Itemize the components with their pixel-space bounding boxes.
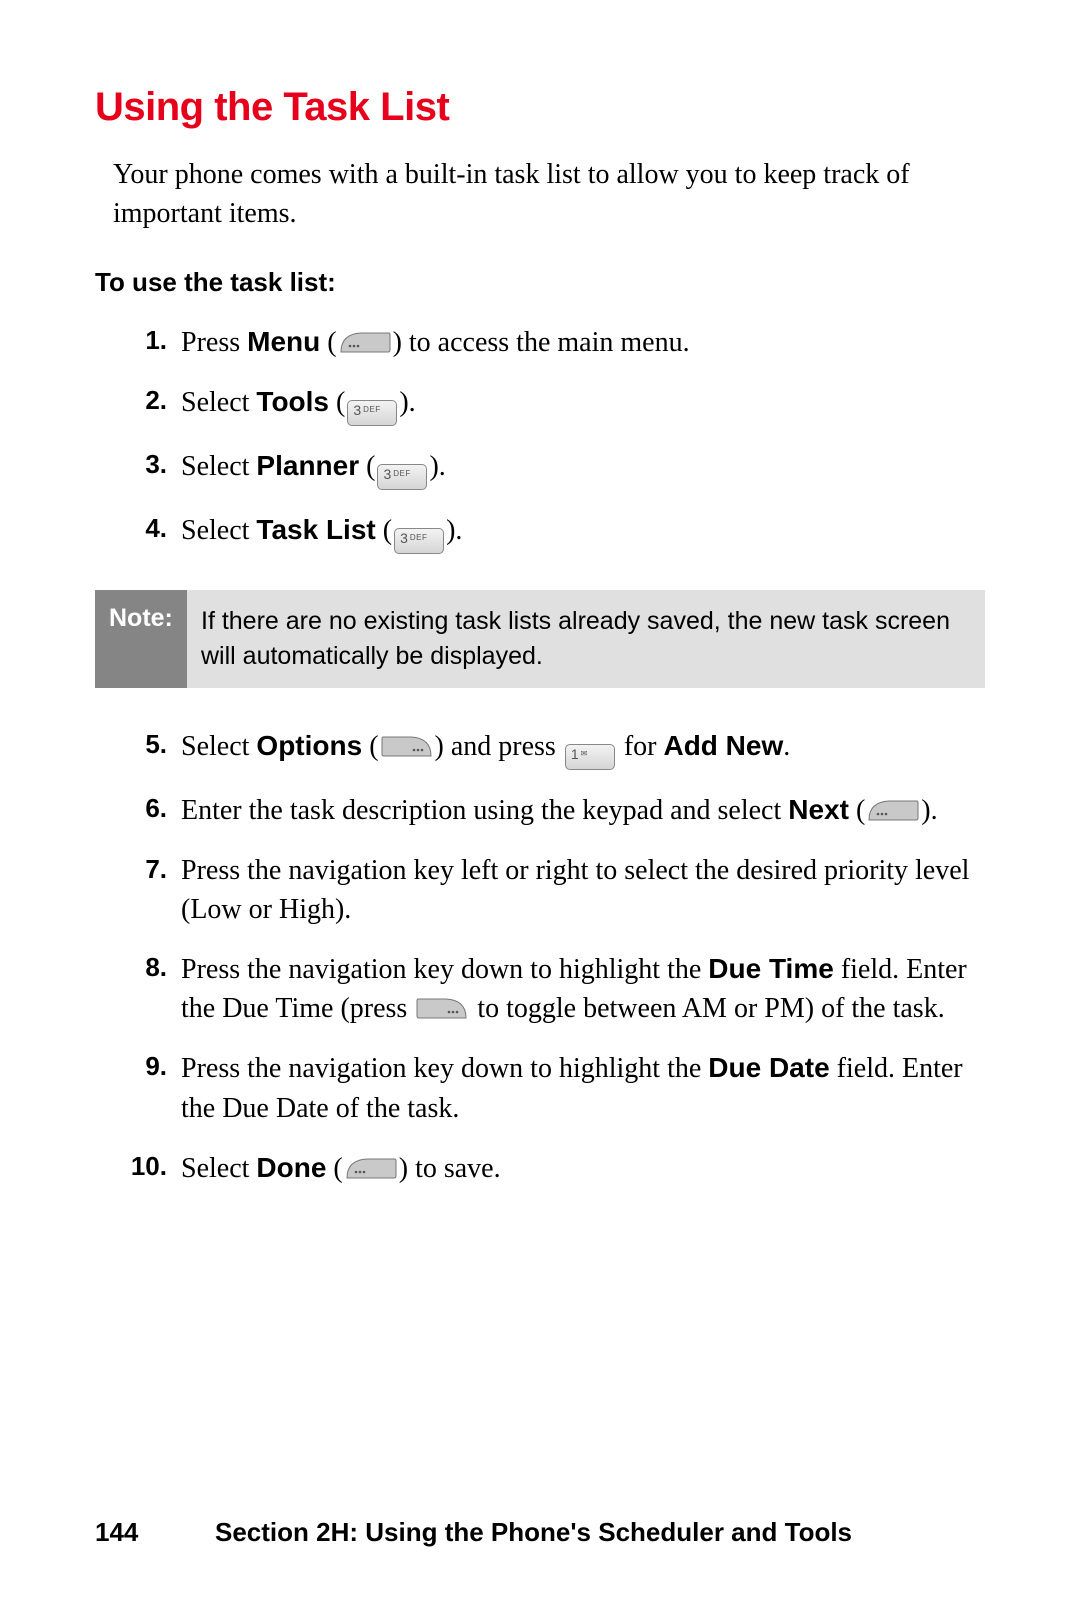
left-softkey-icon: [345, 1156, 397, 1180]
step-text: Select: [181, 731, 256, 762]
note-box: Note: If there are no existing task list…: [95, 590, 985, 688]
manual-page: Using the Task List Your phone comes wit…: [0, 0, 1080, 1620]
step-text: ) and press: [435, 731, 563, 762]
step-text: ).: [399, 387, 415, 418]
step-keyword: Add New: [663, 730, 783, 761]
step-text: (: [849, 795, 865, 826]
intro-paragraph: Your phone comes with a built-in task li…: [113, 156, 985, 233]
step-keyword: Done: [256, 1152, 326, 1183]
step-keyword: Planner: [256, 450, 359, 481]
key-1-icon: 1✉: [565, 744, 615, 770]
step-text: for: [617, 731, 664, 762]
step-number: 8.: [95, 949, 167, 985]
left-softkey-icon: [867, 798, 919, 822]
step-number: 2.: [95, 382, 167, 418]
steps-list-1: 1. Press Menu ( ) to access the main menu…: [95, 322, 985, 554]
step-text: ).: [446, 515, 462, 546]
step-text: Press: [181, 327, 247, 358]
step-text: Press the navigation key left or right t…: [181, 855, 969, 925]
step-text: .: [783, 731, 790, 762]
step-1: 1. Press Menu ( ) to access the main menu…: [95, 322, 985, 362]
step-6: 6. Enter the task description using the …: [95, 790, 985, 830]
step-keyword: Menu: [247, 326, 320, 357]
step-9: 9. Press the navigation key down to high…: [95, 1048, 985, 1127]
step-keyword: Due Date: [708, 1052, 829, 1083]
step-keyword: Task List: [256, 514, 375, 545]
page-number: 144: [95, 1517, 215, 1548]
step-number: 7.: [95, 851, 167, 887]
step-5: 5. Select Options ( ) and press 1✉ for Ad…: [95, 726, 985, 770]
key-3-icon: 3DEF: [347, 400, 397, 426]
step-text: (: [376, 515, 392, 546]
step-3: 3. Select Planner (3DEF).: [95, 446, 985, 490]
step-text: ).: [429, 451, 445, 482]
step-number: 10.: [95, 1148, 167, 1184]
page-footer: 144 Section 2H: Using the Phone's Schedu…: [95, 1517, 985, 1548]
step-keyword: Due Time: [708, 953, 834, 984]
right-softkey-icon: [416, 996, 468, 1020]
step-number: 5.: [95, 726, 167, 762]
step-number: 3.: [95, 446, 167, 482]
procedure-subhead: To use the task list:: [95, 267, 985, 298]
step-text: (: [329, 387, 345, 418]
step-text: Press the navigation key down to highlig…: [181, 1053, 708, 1084]
steps-list-2: 5. Select Options ( ) and press 1✉ for Ad…: [95, 726, 985, 1188]
step-number: 1.: [95, 322, 167, 358]
step-text: (: [359, 451, 375, 482]
step-text: Select: [181, 387, 256, 418]
step-text: to toggle between AM or PM) of the task.: [470, 993, 944, 1024]
step-text: (: [320, 327, 336, 358]
step-number: 4.: [95, 510, 167, 546]
step-text: Select: [181, 451, 256, 482]
step-number: 9.: [95, 1048, 167, 1084]
step-8: 8. Press the navigation key down to high…: [95, 949, 985, 1028]
step-text: Select: [181, 515, 256, 546]
step-text: Press the navigation key down to highlig…: [181, 954, 708, 985]
step-text: Enter the task description using the key…: [181, 795, 788, 826]
left-softkey-icon: [339, 330, 391, 354]
step-keyword: Tools: [256, 386, 329, 417]
step-text: Select: [181, 1153, 256, 1184]
step-text: ) to save.: [399, 1153, 501, 1184]
step-keyword: Options: [256, 730, 362, 761]
step-text: ).: [921, 795, 937, 826]
key-3-icon: 3DEF: [394, 528, 444, 554]
page-title: Using the Task List: [95, 85, 985, 130]
section-title: Section 2H: Using the Phone's Scheduler …: [215, 1517, 852, 1548]
note-text: If there are no existing task lists alre…: [187, 590, 985, 688]
step-7: 7. Press the navigation key left or righ…: [95, 851, 985, 929]
step-number: 6.: [95, 790, 167, 826]
note-label: Note:: [95, 590, 187, 688]
right-softkey-icon: [381, 734, 433, 758]
step-2: 2. Select Tools (3DEF).: [95, 382, 985, 426]
step-4: 4. Select Task List (3DEF).: [95, 510, 985, 554]
step-10: 10. Select Done ( ) to save.: [95, 1148, 985, 1188]
key-3-icon: 3DEF: [377, 464, 427, 490]
step-text: ) to access the main menu.: [393, 327, 690, 358]
step-keyword: Next: [788, 794, 849, 825]
step-text: (: [362, 731, 378, 762]
step-text: (: [326, 1153, 342, 1184]
